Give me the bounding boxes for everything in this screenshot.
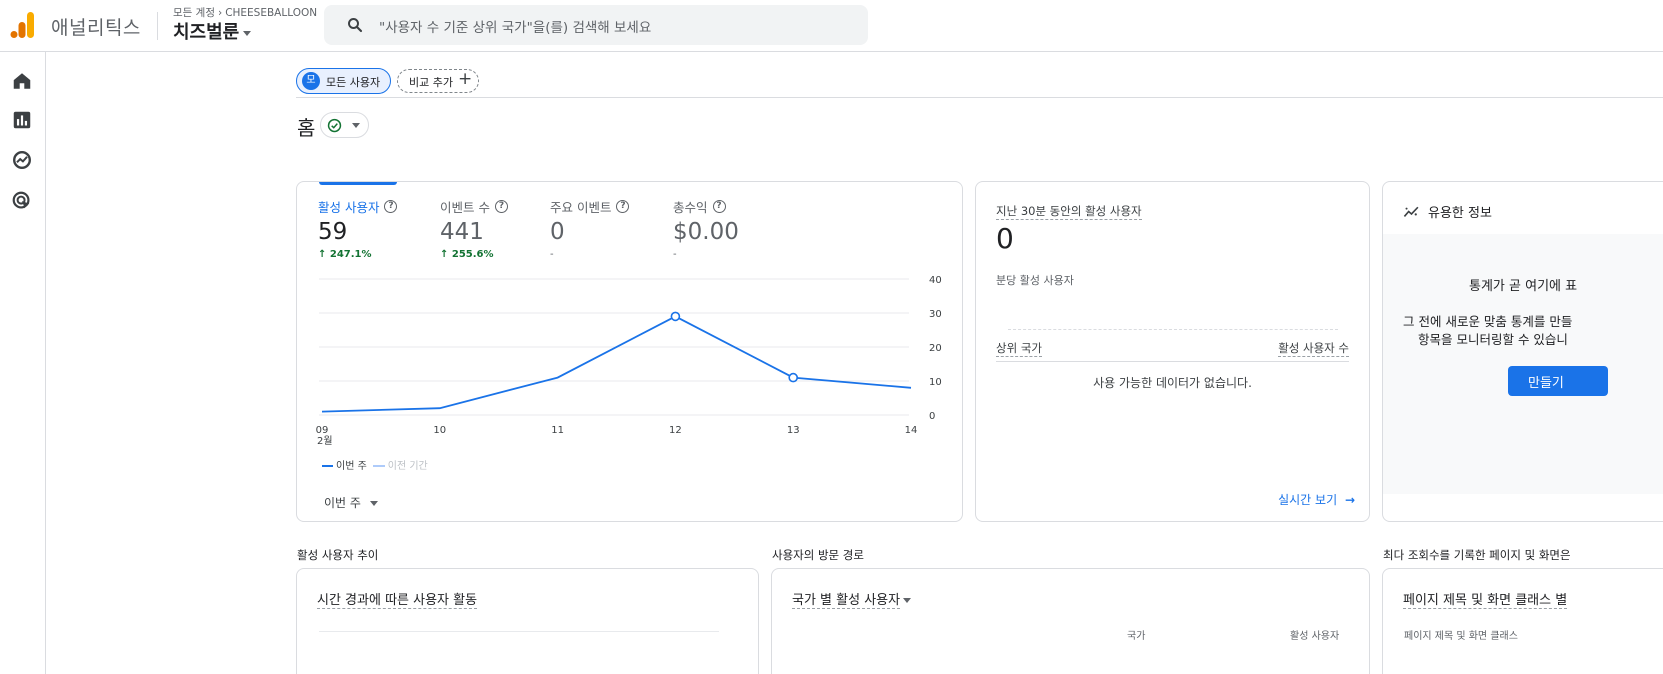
active-users-line-chart[interactable]: 40 30 20 10 0 09 10 11 12 13 14 2월 bbox=[297, 182, 963, 452]
legend-swatch-previous bbox=[372, 465, 385, 467]
caret-down-icon bbox=[352, 123, 360, 128]
insights-message-title: 통계가 곧 여기에 표 bbox=[1469, 279, 1578, 294]
header-divider bbox=[157, 12, 158, 40]
top-app-bar: 애널리틱스 모든 계정 › CHEESEBALLOON 치즈벌룬 "사용자 수 기준… bbox=[0, 0, 1663, 52]
check-circle-icon bbox=[327, 118, 342, 133]
caret-down-icon bbox=[243, 30, 252, 36]
user-activity-card: 시간 경과에 따른 사용자 활동 bbox=[296, 568, 759, 674]
caret-down-icon bbox=[369, 501, 378, 506]
realtime-title[interactable]: 지난 30분 동안의 활성 사용자 bbox=[996, 203, 1142, 220]
data-status-button[interactable] bbox=[320, 112, 369, 138]
col-country: 국가 bbox=[1127, 631, 1146, 642]
empty-state-text: 사용 가능한 데이터가 없습니다. bbox=[1093, 376, 1252, 390]
legend-current-label: 이번 주 bbox=[336, 461, 367, 472]
search-icon bbox=[348, 18, 363, 33]
chart-gridline bbox=[319, 631, 719, 632]
reports-icon[interactable] bbox=[11, 109, 33, 131]
y-tick-label: 40 bbox=[929, 275, 942, 286]
y-tick-label: 0 bbox=[929, 411, 935, 422]
search-placeholder: "사용자 수 기준 상위 국가"을(를) 검색해 보세요 bbox=[379, 20, 652, 36]
section-title-user-trend: 활성 사용자 추이 bbox=[297, 548, 379, 562]
col-page-title: 페이지 제목 및 화면 클래스 bbox=[1404, 631, 1518, 642]
per-minute-bars bbox=[1008, 329, 1338, 330]
col-top-country[interactable]: 상위 국가 bbox=[996, 340, 1042, 357]
data-point bbox=[670, 311, 681, 322]
property-selector[interactable]: 치즈벌룬 bbox=[173, 18, 252, 44]
x-tick-label: 10 bbox=[433, 425, 446, 436]
legend-swatch-current bbox=[322, 465, 333, 467]
home-icon[interactable] bbox=[11, 70, 33, 92]
caret-down-icon bbox=[903, 598, 912, 603]
x-tick-label: 14 bbox=[905, 425, 918, 436]
x-tick-label: 12 bbox=[669, 425, 682, 436]
view-realtime-link[interactable]: 실시간 보기 → bbox=[1278, 491, 1355, 508]
insights-card: 유용한 정보 통계가 곧 여기에 표 그 전에 새로운 맞춤 통계를 만들 항목… bbox=[1382, 181, 1663, 522]
realtime-table-header: 상위 국가 활성 사용자 수 bbox=[996, 340, 1349, 362]
view-realtime-label: 실시간 보기 bbox=[1278, 493, 1338, 507]
advertising-icon[interactable] bbox=[11, 190, 33, 212]
series-line bbox=[321, 315, 912, 413]
section-title-user-path: 사용자의 방문 경로 bbox=[772, 548, 864, 562]
add-comparison-button[interactable]: 비교 추가 + bbox=[397, 69, 479, 93]
x-tick-label: 11 bbox=[551, 425, 564, 436]
x-month-label: 2월 bbox=[317, 435, 333, 447]
segment-label: 모든 사용자 bbox=[326, 76, 381, 89]
realtime-value: 0 bbox=[996, 222, 1014, 255]
y-tick-label: 10 bbox=[929, 377, 942, 388]
comparison-bar: 모 모든 사용자 비교 추가 + bbox=[296, 66, 1663, 98]
insights-trend-icon bbox=[1403, 206, 1419, 217]
arrow-right-icon: → bbox=[1344, 493, 1355, 507]
insights-title: 유용한 정보 bbox=[1428, 206, 1492, 221]
create-insight-button[interactable]: 만들기 bbox=[1508, 366, 1608, 396]
y-tick-label: 30 bbox=[929, 309, 942, 320]
insights-header: 유용한 정보 bbox=[1403, 202, 1492, 221]
x-tick-label: 09 bbox=[316, 425, 329, 436]
date-range-label: 이번 주 bbox=[324, 496, 361, 510]
y-tick-label: 20 bbox=[929, 343, 942, 354]
property-name: 치즈벌룬 bbox=[173, 22, 240, 43]
top-pages-title[interactable]: 페이지 제목 및 화면 클래스 별 bbox=[1403, 589, 1568, 609]
per-minute-label: 분당 활성 사용자 bbox=[996, 274, 1074, 287]
insights-body bbox=[1383, 234, 1663, 494]
insights-message-line: 항목을 모니터링할 수 있습니 bbox=[1418, 332, 1568, 347]
date-range-selector[interactable]: 이번 주 bbox=[324, 494, 378, 511]
user-activity-title[interactable]: 시간 경과에 따른 사용자 활동 bbox=[317, 589, 478, 609]
analytics-logo-icon[interactable] bbox=[10, 11, 36, 39]
chart-legend: 이번 주 이전 기간 bbox=[322, 457, 428, 472]
realtime-card: 지난 30분 동안의 활성 사용자 0 분당 활성 사용자 상위 국가 활성 사… bbox=[975, 181, 1370, 522]
app-name: 애널리틱스 bbox=[51, 17, 141, 39]
section-title-top-pages: 최다 조회수를 기록한 페이지 및 화면은 bbox=[1383, 548, 1571, 562]
segment-chip-all-users[interactable]: 모 모든 사용자 bbox=[296, 68, 391, 94]
x-tick-label: 13 bbox=[787, 425, 800, 436]
search-bar[interactable]: "사용자 수 기준 상위 국가"을(를) 검색해 보세요 bbox=[324, 5, 868, 45]
segment-avatar: 모 bbox=[302, 72, 320, 90]
top-pages-card: 페이지 제목 및 화면 클래스 별 페이지 제목 및 화면 클래스 bbox=[1382, 568, 1663, 674]
add-comparison-label: 비교 추가 bbox=[409, 76, 453, 89]
explore-icon[interactable] bbox=[11, 149, 33, 171]
page-title: 홈 bbox=[297, 116, 316, 140]
col-active-users[interactable]: 활성 사용자 수 bbox=[1278, 340, 1349, 357]
col-active-users: 활성 사용자 bbox=[1290, 631, 1340, 642]
country-users-selector[interactable]: 국가 별 활성 사용자 bbox=[792, 589, 912, 609]
plus-icon: + bbox=[458, 69, 473, 89]
legend-previous-label: 이전 기간 bbox=[387, 461, 428, 472]
data-point bbox=[788, 372, 799, 383]
overview-card: 활성 사용자? 59 ↑ 247.1% 이벤트 수? 441 ↑ 255.6% … bbox=[296, 181, 963, 522]
country-users-card: 국가 별 활성 사용자 국가 활성 사용자 bbox=[771, 568, 1370, 674]
left-nav-rail bbox=[0, 52, 46, 674]
insights-message-line: 그 전에 새로운 맞춤 통계를 만들 bbox=[1403, 314, 1573, 329]
country-users-title: 국가 별 활성 사용자 bbox=[792, 593, 901, 609]
